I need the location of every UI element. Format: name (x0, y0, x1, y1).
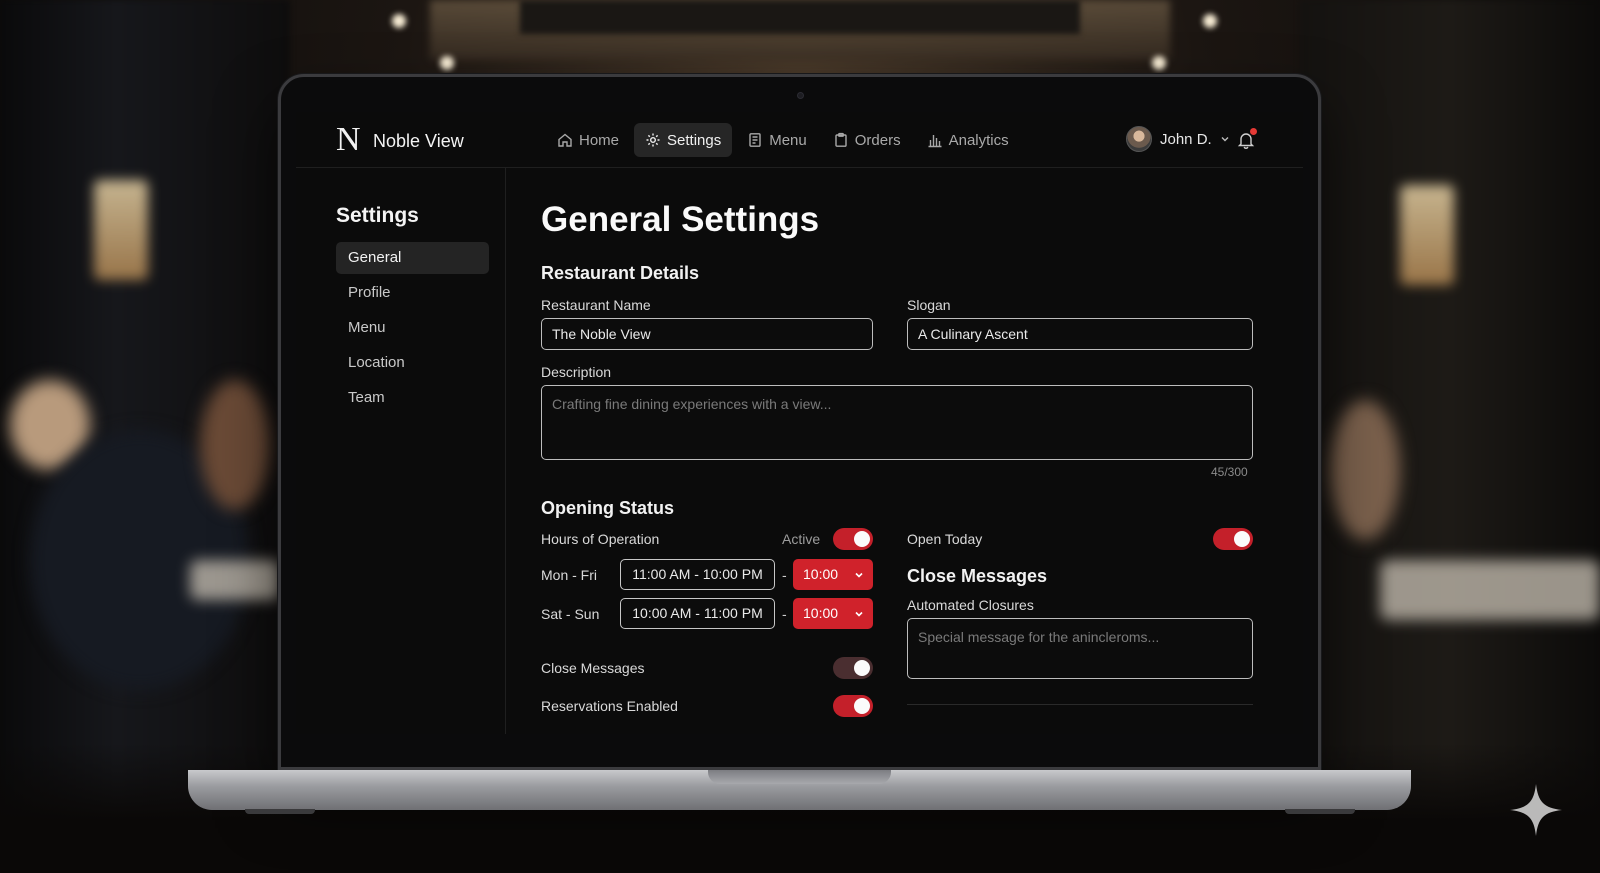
reservations-label: Reservations Enabled (541, 698, 678, 714)
background-wall-lamp (94, 180, 148, 280)
sidebar-item-profile[interactable]: Profile (336, 277, 489, 309)
background-diner (1330, 400, 1400, 540)
brand-logo[interactable]: N (336, 123, 361, 157)
nav-item-menu[interactable]: Menu (736, 123, 818, 157)
settings-sidebar: Settings General Profile Menu Location T… (296, 168, 506, 734)
home-icon (558, 133, 572, 147)
brand-name[interactable]: Noble View (373, 131, 464, 152)
background-ceiling-inset (520, 0, 1080, 34)
open-today-label: Open Today (907, 531, 983, 547)
toggle-knob (854, 660, 870, 676)
nav-item-orders[interactable]: Orders (822, 123, 912, 157)
laptop-base (188, 770, 1411, 810)
nav-item-label: Analytics (948, 131, 1009, 149)
nav-item-home[interactable]: Home (546, 123, 630, 157)
opening-status-heading: Opening Status (541, 498, 675, 518)
main-content: General Settings Restaurant Details Rest… (541, 168, 1281, 734)
laptop-base-notch (708, 770, 891, 784)
nav-item-label: Orders (854, 131, 901, 149)
sidebar-item-menu[interactable]: Menu (336, 312, 489, 344)
nav-item-label: Menu (769, 131, 807, 149)
avatar (1126, 126, 1152, 152)
notification-badge (1250, 128, 1257, 135)
chevron-down-icon (855, 572, 863, 578)
schedule-select-value: 10:00 (803, 605, 839, 621)
clipboard-icon (835, 132, 847, 147)
nav-item-settings[interactable]: Settings (634, 123, 733, 157)
background-ceiling-light (392, 14, 406, 28)
sidebar-title: Settings (336, 204, 419, 227)
description-label: Description (541, 364, 612, 380)
camera-icon (796, 92, 804, 99)
slogan-label: Slogan (907, 297, 951, 313)
user-name: John D. (1160, 130, 1212, 148)
open-today-toggle[interactable] (1213, 528, 1253, 550)
schedule-separator: - (782, 567, 787, 583)
schedule-weekend-range[interactable]: 10:00 AM - 11:00 PM (620, 598, 775, 629)
background-diner (200, 380, 270, 510)
chevron-down-icon (855, 611, 863, 617)
description-char-counter: 45/300 (1211, 465, 1248, 479)
sidebar-list: General Profile Menu Location Team (336, 242, 489, 417)
laptop-lid: N Noble View Home Settings Menu Orders A… (278, 74, 1321, 770)
main-nav: Home Settings Menu Orders Analytics (546, 123, 1020, 157)
nav-item-label: Settings (667, 131, 722, 149)
hours-of-operation-label: Hours of Operation (541, 531, 660, 547)
laptop-foot (1285, 809, 1355, 814)
restaurant-details-heading: Restaurant Details (541, 263, 700, 283)
bar-chart-icon (928, 135, 942, 148)
sparkle-icon (1510, 784, 1562, 836)
toggle-knob (854, 698, 870, 714)
nav-item-label: Home (579, 131, 620, 149)
sidebar-item-team[interactable]: Team (336, 382, 489, 414)
background-wall-lamp (1400, 185, 1454, 285)
gear-icon (646, 133, 660, 147)
reservations-toggle[interactable] (833, 695, 873, 717)
schedule-days-label: Sat - Sun (541, 606, 600, 622)
automated-closures-textarea[interactable] (907, 618, 1253, 679)
section-divider (907, 704, 1253, 705)
close-messages-toggle-label: Close Messages (541, 660, 645, 676)
nav-item-analytics[interactable]: Analytics (916, 123, 1020, 157)
top-nav: N Noble View Home Settings Menu Orders A… (296, 112, 1303, 168)
sidebar-item-general[interactable]: General (336, 242, 489, 274)
description-textarea[interactable] (541, 385, 1253, 460)
restaurant-name-input[interactable] (541, 318, 873, 350)
schedule-weekday-select[interactable]: 10:00 (793, 559, 873, 590)
laptop-foot (245, 809, 315, 814)
automated-closures-label: Automated Closures (907, 597, 1034, 613)
background-table (190, 560, 280, 600)
slogan-input[interactable] (907, 318, 1253, 350)
toggle-knob (854, 531, 870, 547)
background-ceiling-light (1203, 14, 1217, 28)
background-ceiling-light (1152, 56, 1166, 70)
user-menu[interactable]: John D. (1126, 126, 1230, 152)
close-messages-heading: Close Messages (907, 566, 1048, 586)
schedule-separator: - (782, 606, 787, 622)
hours-active-label: Active (782, 531, 821, 547)
background-table (1380, 560, 1600, 620)
schedule-weekend-select[interactable]: 10:00 (793, 598, 873, 629)
schedule-select-value: 10:00 (803, 566, 839, 582)
page-title: General Settings (541, 200, 820, 239)
background-ceiling-light (440, 56, 454, 70)
toggle-knob (1234, 531, 1250, 547)
app-screen: N Noble View Home Settings Menu Orders A… (296, 112, 1303, 734)
sidebar-item-location[interactable]: Location (336, 347, 489, 379)
close-messages-toggle[interactable] (833, 657, 873, 679)
hours-active-toggle[interactable] (833, 528, 873, 550)
menu-document-icon (749, 133, 761, 147)
restaurant-name-label: Restaurant Name (541, 297, 651, 313)
schedule-days-label: Mon - Fri (541, 567, 597, 583)
chevron-down-icon (1221, 137, 1229, 142)
schedule-weekday-range[interactable]: 11:00 AM - 10:00 PM (620, 559, 775, 590)
